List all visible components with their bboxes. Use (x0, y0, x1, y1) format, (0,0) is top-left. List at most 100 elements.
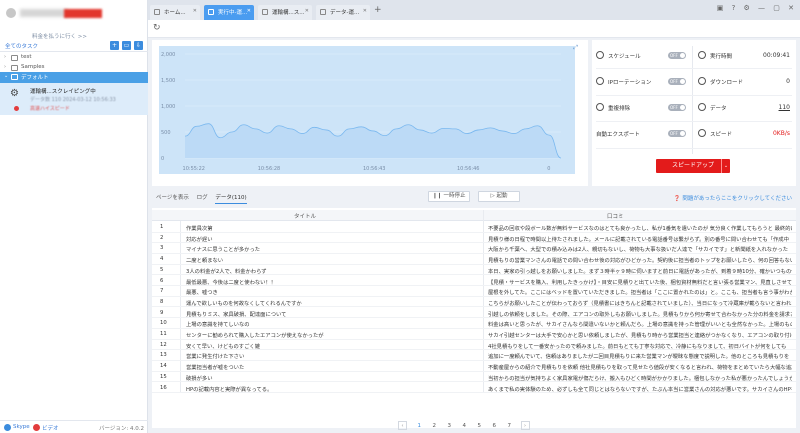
tab-data-list[interactable]: データ(110) (215, 193, 247, 204)
help-link[interactable]: ❓ 問題があったらここをクリックしてください (674, 194, 792, 202)
add-tab-icon[interactable]: + (374, 5, 382, 15)
start-button[interactable]: ▷ 起動 (478, 191, 520, 202)
section-title: 全てのタスク (5, 44, 39, 50)
cell-review: 当初からの担当が気持ちよく家具家電が傷だらけ、搬入もひどく時間がかかりました。梱… (488, 375, 792, 382)
close-icon[interactable]: ✕ (363, 8, 367, 14)
sidebar: 料金を払うに行く >> 全てのタスク + ▭ ⇩ › test › Sample… (0, 0, 148, 433)
runtime-value: 00:09:41 (763, 52, 790, 59)
table-row[interactable]: 15 破損が多い 当初からの担当が気持ちよく家具家電が傷だらけ、搬入もひどく時間がか… (152, 372, 796, 383)
notebook-icon[interactable]: ▣ (717, 4, 724, 12)
divider (596, 68, 792, 69)
row-number: 3 (160, 245, 164, 252)
expand-icon[interactable]: ⤢ (573, 44, 578, 52)
sub-tabs: ページを表示 ログ データ(110) (156, 193, 253, 204)
skype-link[interactable]: Skype (13, 424, 30, 430)
tab-running[interactable]: 実行中-運... ✕ (204, 5, 254, 20)
settings-icon[interactable]: ⚙ (744, 4, 750, 12)
close-icon[interactable]: ✕ (193, 8, 197, 14)
page-number[interactable]: 5 (474, 423, 485, 429)
row-number: 6 (160, 277, 164, 284)
task-item[interactable]: ⚙ 運輸構...スクレイピング中 データ数 110 2024-03-12 10:… (0, 83, 148, 115)
upgrade-plan-link[interactable]: 料金を払うに行く >> (32, 32, 87, 40)
table-row[interactable]: 16 HPの記載内容と実際が異なってる。 あくまで私の実体験のため、必ずしも全て同じ… (152, 383, 796, 394)
table-row[interactable]: 10 上場の意識を持てしいなの 料金は高いと思ったが、サカイさんなら間違いないかと頼… (152, 318, 796, 329)
tab-task[interactable]: 運輸構...ス... ✕ (258, 5, 312, 20)
table-row[interactable]: 9 見積もりミス、家具破損、配達面について 引越しの依頼をしました。その際、エアコン… (152, 308, 796, 319)
page-icon (262, 9, 268, 15)
speed-up-button[interactable]: スピードアップ ⌄ (656, 159, 730, 173)
cell-title: 営業に発生付けた下さい (186, 354, 245, 361)
table-row[interactable]: 8 運んで欲しいものを何故なくしてくれるんですか こちらがお願いしたことが伝わってお… (152, 297, 796, 308)
cell-title: 二度と頼まない (186, 258, 224, 265)
table-header: タイトル 口コミ (152, 210, 796, 221)
next-page-icon[interactable]: › (520, 421, 530, 430)
tab-log[interactable]: ログ (197, 193, 208, 201)
table-row[interactable]: 2 対応が遅い 見積り様の日程で時間以上待たされました。メールに記載されている電話番… (152, 233, 796, 244)
folder-icon (11, 74, 18, 80)
page-number[interactable]: 6 (489, 423, 500, 429)
ip-rotation-toggle[interactable]: OFF (668, 78, 686, 85)
table-row[interactable]: 3 マイナスに思うことが多かった 大阪から千葉へ、大型での積み込みは2人、親切もない… (152, 243, 796, 254)
refresh-icon[interactable]: ↻ (153, 23, 161, 33)
row-number: 14 (160, 363, 167, 370)
folder-default[interactable]: ⌄ デフォルト (0, 72, 148, 83)
auto-export-toggle[interactable]: OFF (668, 130, 686, 137)
page-number[interactable]: 1 (414, 423, 425, 429)
dedupe-label: 重複排除 (608, 106, 631, 112)
row-number: 5 (160, 266, 164, 273)
close-icon[interactable]: ✕ (247, 8, 251, 14)
table-row[interactable]: 11 センターに勧められて購入したエアコンが使えなかったが サカイ引越センターは大手… (152, 329, 796, 340)
speed-value: 0KB/s (772, 130, 790, 137)
table-row[interactable]: 7 最悪、嘘つき 屋根を外してた。ここにはベッドを置いていただきました。担当者は「こ… (152, 286, 796, 297)
page-number[interactable]: 2 (429, 423, 440, 429)
close-window-icon[interactable]: ✕ (788, 4, 794, 12)
table-row[interactable]: 14 営業担当者が嘘をついた 不動産屋からの紹介で見積もりを依頼 他社見積もりを取っ… (152, 361, 796, 372)
cell-title: 最低最悪、今後は二度と使わない！！ (186, 279, 277, 286)
toolbar: ↻ (148, 20, 800, 38)
table-row[interactable]: 13 営業に発生付けた下さい 追加に一度頼んでいて、信頼はありましたが二回目見積もり… (152, 350, 796, 361)
page-number[interactable]: 7 (504, 423, 515, 429)
video-link[interactable]: ビデオ (42, 424, 59, 432)
chevron-down-icon[interactable]: ⌄ (721, 159, 730, 173)
schedule-label: スケジュール (608, 54, 641, 60)
tab-data[interactable]: データ-運... ✕ (316, 5, 370, 20)
question-icon: ❓ (673, 196, 681, 202)
table-row[interactable]: 4 二度と頼まない 見積もりの営業マンさんの電話での問い合わせ後の対応がひどかった。… (152, 254, 796, 265)
y-tick-label: 0 (161, 156, 164, 162)
user-info[interactable] (6, 8, 142, 20)
task-meta: データ数 110 2024-03-12 10:56:33 (30, 97, 116, 103)
minimize-icon[interactable]: — (758, 4, 765, 12)
import-icon[interactable]: ⇩ (134, 41, 143, 50)
new-folder-icon[interactable]: ▭ (122, 41, 131, 50)
tab-page-view[interactable]: ページを表示 (156, 193, 189, 201)
speed-chart: 2,000 1,500 1,000 500 0 10:55:22 10:56:28 10:56… (161, 52, 562, 172)
data-count-link[interactable]: 110 (730, 104, 790, 111)
page-number[interactable]: 4 (459, 423, 470, 429)
row-number: 2 (160, 234, 164, 241)
schedule-toggle[interactable]: OFF (668, 52, 686, 59)
close-icon[interactable]: ✕ (305, 8, 309, 14)
table-row[interactable]: 12 安くて早い、けどものすごく雑 4社見積もりをして一番安かったので頼みました。前… (152, 340, 796, 351)
page-number[interactable]: 3 (444, 423, 455, 429)
row-number: 12 (160, 341, 167, 348)
cell-title: 作業員次第 (186, 226, 213, 232)
speed-label: スピード (710, 132, 733, 138)
pause-button[interactable]: ❙❙ 一時停止 (428, 191, 470, 202)
new-task-icon[interactable]: + (110, 41, 119, 50)
col-review[interactable]: 口コミ (607, 212, 624, 220)
dedupe-toggle[interactable]: OFF (668, 104, 686, 111)
help-icon[interactable]: ? (732, 4, 736, 12)
tab-home[interactable]: ホーム... ✕ (150, 5, 200, 20)
col-title[interactable]: タイトル (294, 212, 316, 220)
table-row[interactable]: 6 最低最悪、今後は二度と使わない！！ 【見積・サービスを購入、利用したきっかけ】・… (152, 276, 796, 287)
prev-page-icon[interactable]: ‹ (398, 421, 407, 430)
data-panel: ページを表示 ログ データ(110) ❙❙ 一時停止 ▷ 起動 ❓ 問題があった… (148, 188, 800, 433)
cell-review: 不動産屋からの紹介で見積もりを依頼 他社見積もりを取って見せたら値段が安くなると… (488, 365, 792, 372)
cell-title: 3人の料金が2人で、料金かわらず (186, 268, 267, 275)
maximize-icon[interactable]: ▢ (773, 4, 780, 12)
table-row[interactable]: 5 3人の料金が2人で、料金かわらず 本日、実家の引っ越しをお願いしました。まず３時… (152, 265, 796, 276)
table-row[interactable]: 1 作業員次第 不要品の回収や段ボール数が無料サービスなのはとても良かったし、私が1… (152, 222, 796, 233)
window-controls: ▣ ? ⚙ — ▢ ✕ (711, 4, 794, 12)
download-icon (698, 77, 706, 85)
folder-icon (11, 55, 18, 61)
